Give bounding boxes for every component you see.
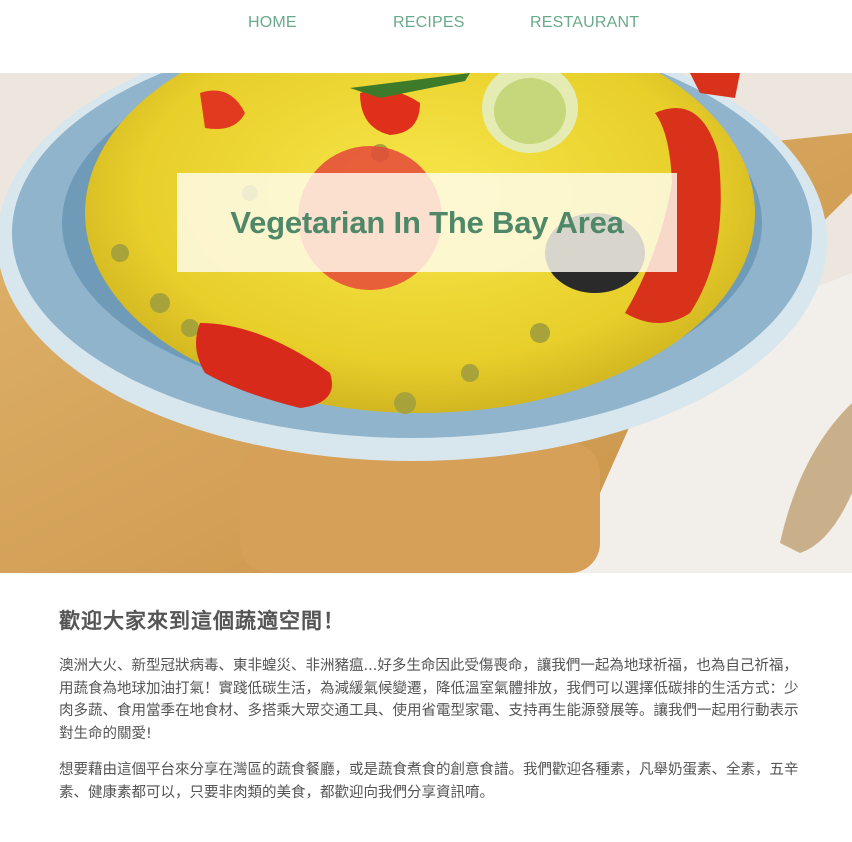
main-content: 歡迎大家來到這個蔬適空間！ 澳洲大火、新型冠狀病毒、東非蝗災、非洲豬瘟...好多…	[59, 605, 799, 818]
welcome-heading: 歡迎大家來到這個蔬適空間！	[59, 609, 345, 633]
hero-title-box: Vegetarian In The Bay Area	[177, 173, 677, 272]
hero-image-paella-bowl	[0, 73, 852, 573]
hero-banner: Vegetarian In The Bay Area	[0, 73, 852, 573]
intro-paragraph: 澳洲大火、新型冠狀病毒、東非蝗災、非洲豬瘟...好多生命因此受傷喪命，讓我們一起…	[59, 658, 799, 742]
nav-link-home[interactable]: HOME	[248, 14, 297, 32]
platform-paragraph: 想要藉由這個平台來分享在灣區的蔬食餐廳，或是蔬食煮食的創意食譜。我們歡迎各種素，…	[59, 762, 799, 801]
nav-link-restaurant[interactable]: RESTAURANT	[530, 14, 639, 32]
top-navigation: HOME RECIPES RESTAURANT	[0, 0, 852, 73]
site-title: Vegetarian In The Bay Area	[230, 204, 624, 240]
nav-link-recipes[interactable]: RECIPES	[393, 14, 465, 32]
